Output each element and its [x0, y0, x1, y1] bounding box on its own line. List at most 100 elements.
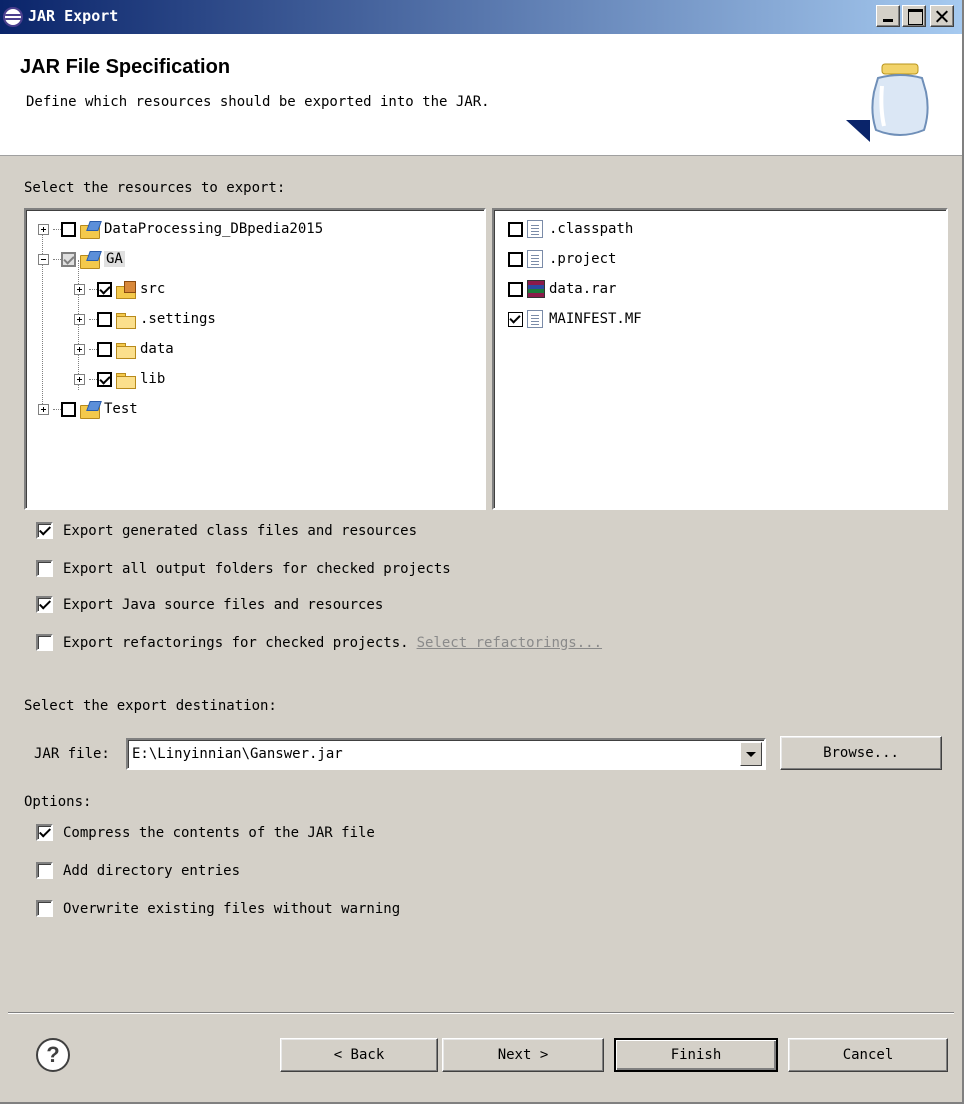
close-button[interactable] — [930, 5, 954, 27]
destination-label: Select the export destination: — [24, 698, 277, 714]
folder-icon — [116, 371, 136, 389]
export-output-folders-checkbox[interactable]: Export all output folders for checked pr… — [36, 560, 451, 577]
options-label: Options: — [24, 794, 92, 810]
tree-item-label: Test — [104, 401, 138, 417]
file-label: MAINFEST.MF — [549, 311, 642, 327]
option-label: Add directory entries — [63, 862, 241, 879]
tree-item-label: .settings — [140, 311, 216, 327]
file-checkbox[interactable] — [508, 311, 523, 327]
file-checkbox[interactable] — [508, 221, 523, 237]
overwrite-files-checkbox[interactable]: Overwrite existing files without warning — [36, 900, 400, 917]
wizard-header: JAR File Specification Define which reso… — [0, 34, 962, 156]
tree-checkbox[interactable] — [61, 401, 76, 417]
title-bar[interactable]: JAR Export — [0, 0, 962, 34]
finish-button[interactable]: Finish — [614, 1038, 778, 1072]
export-java-source-checkbox[interactable]: Export Java source files and resources — [36, 596, 383, 613]
checkbox[interactable] — [36, 560, 53, 577]
file-icon — [527, 310, 543, 328]
project-icon — [80, 221, 100, 239]
tree-item[interactable]: lib — [74, 368, 165, 390]
tree-checkbox[interactable] — [97, 341, 112, 357]
tree-checkbox[interactable] — [97, 281, 112, 297]
checkbox[interactable] — [36, 596, 53, 613]
maximize-button[interactable] — [902, 5, 926, 27]
expand-icon[interactable] — [74, 373, 85, 385]
jar-file-value[interactable]: E:\Linyinnian\Ganswer.jar — [132, 746, 343, 762]
expand-icon[interactable] — [38, 403, 49, 415]
tree-item-label: DataProcessing_DBpedia2015 — [104, 221, 324, 237]
option-label: Export generated class files and resourc… — [63, 522, 418, 539]
checkbox[interactable] — [36, 634, 53, 651]
tree-checkbox[interactable] — [97, 371, 112, 387]
page-description: Define which resources should be exporte… — [26, 94, 490, 110]
list-item[interactable]: .classpath — [508, 218, 633, 240]
file-label: data.rar — [549, 281, 617, 297]
list-item[interactable]: .project — [508, 248, 616, 270]
file-label: .classpath — [549, 221, 634, 237]
project-icon — [80, 401, 100, 419]
folder-icon — [116, 341, 136, 359]
tree-item[interactable]: DataProcessing_DBpedia2015 — [38, 218, 323, 240]
compress-checkbox[interactable]: Compress the contents of the JAR file — [36, 824, 375, 841]
footer-divider — [8, 1012, 954, 1014]
folder-icon — [116, 311, 136, 329]
option-label: Export all output folders for checked pr… — [63, 560, 451, 577]
tree-item-label: data — [140, 341, 174, 357]
add-directory-entries-checkbox[interactable]: Add directory entries — [36, 862, 240, 879]
page-title: JAR File Specification — [20, 56, 231, 78]
file-list[interactable]: .classpath .project data.rar MAINFEST.MF — [492, 208, 948, 510]
select-refactorings-link[interactable]: Select refactorings... — [417, 635, 602, 651]
tree-checkbox[interactable] — [61, 221, 76, 237]
file-label: .project — [549, 251, 617, 267]
export-class-files-checkbox[interactable]: Export generated class files and resourc… — [36, 522, 417, 539]
help-icon[interactable]: ? — [36, 1038, 70, 1072]
export-refactorings-checkbox[interactable]: Export refactorings for checked projects… — [36, 634, 602, 651]
rar-archive-icon — [527, 280, 545, 298]
tree-item[interactable]: GA — [38, 248, 125, 270]
option-label: Compress the contents of the JAR file — [63, 824, 375, 841]
tree-item[interactable]: .settings — [74, 308, 216, 330]
expand-icon[interactable] — [74, 313, 85, 325]
collapse-icon[interactable] — [38, 253, 49, 265]
resource-tree[interactable]: DataProcessing_DBpedia2015 GA src .setti… — [24, 208, 486, 510]
export-arrow-icon — [846, 120, 870, 142]
expand-icon[interactable] — [74, 343, 85, 355]
tree-item-label: lib — [140, 371, 166, 387]
dropdown-arrow-icon[interactable] — [740, 742, 762, 766]
tree-item-label: src — [140, 281, 166, 297]
checkbox[interactable] — [36, 824, 53, 841]
file-icon — [527, 220, 543, 238]
option-label: Export refactorings for checked projects… — [63, 634, 409, 651]
file-icon — [527, 250, 543, 268]
tree-checkbox[interactable] — [97, 311, 112, 327]
jar-export-dialog: JAR Export JAR File Specification Define… — [0, 0, 964, 1104]
expand-icon[interactable] — [38, 223, 49, 235]
jar-file-combo[interactable]: E:\Linyinnian\Ganswer.jar — [126, 738, 766, 770]
list-item[interactable]: MAINFEST.MF — [508, 308, 642, 330]
tree-item-label: GA — [104, 251, 125, 267]
tree-item[interactable]: data — [74, 338, 174, 360]
file-checkbox[interactable] — [508, 281, 523, 297]
jar-file-label: JAR file: — [34, 746, 110, 762]
file-checkbox[interactable] — [508, 251, 523, 267]
project-icon — [80, 251, 100, 269]
checkbox[interactable] — [36, 862, 53, 879]
checkbox[interactable] — [36, 522, 53, 539]
checkbox[interactable] — [36, 900, 53, 917]
next-button[interactable]: Next > — [442, 1038, 604, 1072]
tree-item[interactable]: src — [74, 278, 165, 300]
tree-checkbox[interactable] — [61, 251, 76, 267]
back-button[interactable]: < Back — [280, 1038, 438, 1072]
minimize-button[interactable] — [876, 5, 900, 27]
eclipse-icon — [3, 7, 23, 27]
package-icon — [116, 281, 136, 299]
expand-icon[interactable] — [74, 283, 85, 295]
window-title: JAR Export — [28, 7, 119, 25]
cancel-button[interactable]: Cancel — [788, 1038, 948, 1072]
resources-label: Select the resources to export: — [24, 180, 286, 196]
list-item[interactable]: data.rar — [508, 278, 616, 300]
option-label: Overwrite existing files without warning — [63, 900, 401, 917]
option-label: Export Java source files and resources — [63, 596, 384, 613]
browse-button[interactable]: Browse... — [780, 736, 942, 770]
tree-item[interactable]: Test — [38, 398, 138, 420]
